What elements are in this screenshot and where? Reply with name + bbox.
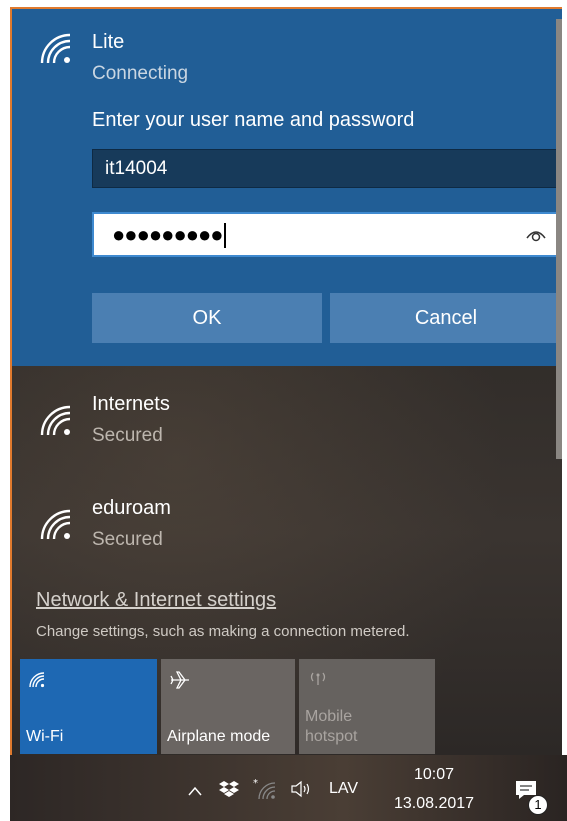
airplane-mode-tile[interactable]: Airplane mode [161,659,295,754]
network-name: eduroam [92,497,171,519]
language-indicator[interactable]: LAV [329,780,358,798]
network-name: Internets [92,393,170,415]
wifi-toggle-tile[interactable]: Wi-Fi [20,659,157,754]
svg-text:*: * [253,778,258,789]
scrollbar[interactable] [556,19,562,459]
wifi-icon [29,672,45,688]
wifi-icon [40,33,71,64]
password-input[interactable]: ●●●●●●●●● [92,212,559,257]
airplane-icon [170,671,189,689]
text-caret [224,223,226,248]
airplane-tile-label: Airplane mode [167,728,271,745]
network-settings-link[interactable]: Network & Internet settings [36,589,276,612]
connect-panel: Lite Connecting Enter your user name and… [12,9,562,366]
network-settings-description: Change settings, such as making a connec… [36,623,410,640]
hotspot-tile-label-line1: Mobile [305,708,353,725]
network-status: Connecting [92,63,189,84]
username-input[interactable]: it14004 [92,149,559,188]
reveal-password-icon[interactable] [525,224,547,246]
network-flyout: Lite Connecting Enter your user name and… [10,7,562,757]
password-masked-value: ●●●●●●●●● [112,222,224,247]
credentials-prompt: Enter your user name and password [92,109,415,131]
network-status: Secured [92,425,163,446]
cancel-button[interactable]: Cancel [330,293,562,343]
network-status: Secured [92,529,163,550]
taskbar: * LAV 10:07 13.08.2017 1 [10,755,567,821]
clock-time[interactable]: 10:07 [414,766,454,784]
hotspot-icon [310,672,326,685]
mobile-hotspot-tile[interactable]: Mobile hotspot [299,659,435,754]
ok-button[interactable]: OK [92,293,322,343]
wifi-icon [40,509,71,540]
hotspot-tile-label-line2: hotspot [305,728,358,745]
clock-date[interactable]: 13.08.2017 [394,795,474,813]
wifi-icon[interactable]: * [253,777,277,801]
network-name: Lite [92,31,125,53]
wifi-icon [40,405,71,436]
notification-count-badge: 1 [528,795,548,815]
chevron-up-icon[interactable] [187,785,203,797]
wifi-tile-label: Wi-Fi [26,728,64,745]
volume-icon[interactable] [290,780,314,798]
dropbox-icon[interactable] [218,779,240,799]
